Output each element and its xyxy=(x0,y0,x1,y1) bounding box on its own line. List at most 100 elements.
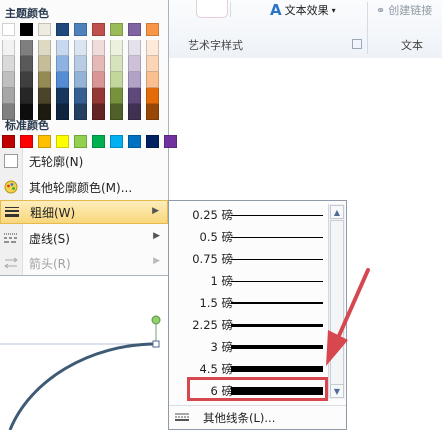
standard-color-swatch[interactable] xyxy=(38,135,51,148)
theme-color-column xyxy=(2,23,15,120)
theme-color-swatch[interactable] xyxy=(74,72,87,88)
theme-color-swatch[interactable] xyxy=(74,88,87,104)
theme-color-swatch[interactable] xyxy=(128,88,141,104)
theme-color-swatch[interactable] xyxy=(2,56,15,72)
weight-option[interactable]: 2.25 磅 xyxy=(169,314,327,336)
theme-color-swatch[interactable] xyxy=(56,56,69,72)
theme-color-swatch[interactable] xyxy=(146,40,159,56)
theme-color-swatch[interactable] xyxy=(56,88,69,104)
theme-color-swatch[interactable] xyxy=(128,104,141,120)
theme-color-swatch[interactable] xyxy=(56,23,69,36)
weight-option[interactable]: 0.5 磅 xyxy=(169,226,327,248)
scroll-thumb[interactable] xyxy=(330,220,344,391)
palette-icon xyxy=(0,175,22,199)
theme-color-swatch[interactable] xyxy=(92,72,105,88)
more-lines-item[interactable]: 其他线条(L)... xyxy=(169,405,346,430)
weight-option-label: 0.75 磅 xyxy=(192,252,233,266)
no-outline-item[interactable]: 无轮廓(N) xyxy=(0,149,168,173)
theme-color-swatch[interactable] xyxy=(2,40,15,56)
theme-color-swatch[interactable] xyxy=(2,88,15,104)
theme-color-column xyxy=(128,23,141,120)
dash-label: 虚线(S) xyxy=(29,231,70,246)
standard-color-swatch[interactable] xyxy=(128,135,141,148)
theme-color-swatch[interactable] xyxy=(38,56,51,72)
theme-color-swatch[interactable] xyxy=(110,104,123,120)
standard-color-swatch[interactable] xyxy=(20,135,33,148)
weight-option[interactable]: 1 磅 xyxy=(169,270,327,292)
theme-color-swatch[interactable] xyxy=(146,88,159,104)
theme-color-swatch[interactable] xyxy=(20,88,33,104)
theme-color-swatch[interactable] xyxy=(146,72,159,88)
theme-color-swatch[interactable] xyxy=(74,104,87,120)
theme-color-swatch[interactable] xyxy=(56,104,69,120)
standard-color-swatch[interactable] xyxy=(74,135,87,148)
rotate-handle[interactable] xyxy=(151,315,161,325)
theme-color-swatch[interactable] xyxy=(38,23,51,36)
weight-option-label: 4.5 磅 xyxy=(199,362,233,376)
scroll-down-icon[interactable]: ▼ xyxy=(330,384,344,398)
theme-color-swatch[interactable] xyxy=(110,88,123,104)
theme-color-swatch[interactable] xyxy=(74,56,87,72)
theme-color-swatch[interactable] xyxy=(38,88,51,104)
standard-color-swatch[interactable] xyxy=(92,135,105,148)
theme-color-swatch[interactable] xyxy=(20,23,33,36)
arc-path[interactable] xyxy=(8,342,157,430)
theme-color-column xyxy=(20,23,33,120)
weight-option[interactable]: 3 磅 xyxy=(169,336,327,358)
theme-color-swatch[interactable] xyxy=(92,40,105,56)
standard-color-swatch[interactable] xyxy=(56,135,69,148)
more-outline-colors-item[interactable]: 其他轮廓颜色(M)... xyxy=(0,175,168,199)
theme-color-swatch[interactable] xyxy=(110,40,123,56)
standard-color-swatch[interactable] xyxy=(164,135,177,148)
theme-color-swatch[interactable] xyxy=(110,23,123,36)
theme-color-swatch[interactable] xyxy=(146,56,159,72)
arrows-item[interactable]: 箭头(R) ▶ xyxy=(0,251,168,275)
theme-color-swatch[interactable] xyxy=(128,56,141,72)
dash-style-icon xyxy=(0,226,22,250)
weight-item[interactable]: 粗细(W) ▶ xyxy=(0,200,168,224)
theme-color-swatch[interactable] xyxy=(110,72,123,88)
theme-color-swatch[interactable] xyxy=(92,23,105,36)
theme-color-swatch[interactable] xyxy=(92,88,105,104)
weight-option-label: 1.5 磅 xyxy=(199,296,233,310)
theme-color-swatch[interactable] xyxy=(74,40,87,56)
theme-color-swatch[interactable] xyxy=(38,72,51,88)
theme-color-swatch[interactable] xyxy=(38,40,51,56)
standard-colors-title: 标准颜色 xyxy=(5,119,49,132)
submenu-scrollbar[interactable]: ▲ ▼ xyxy=(328,204,345,399)
theme-color-swatch[interactable] xyxy=(20,56,33,72)
standard-color-swatch[interactable] xyxy=(110,135,123,148)
standard-color-swatch[interactable] xyxy=(146,135,159,148)
theme-color-swatch[interactable] xyxy=(128,23,141,36)
theme-color-swatch[interactable] xyxy=(20,72,33,88)
scroll-up-icon[interactable]: ▲ xyxy=(330,205,344,219)
theme-color-swatch[interactable] xyxy=(146,104,159,120)
theme-color-swatch[interactable] xyxy=(128,72,141,88)
line-weight-icon xyxy=(1,200,23,224)
theme-color-swatch[interactable] xyxy=(74,23,87,36)
weight-option[interactable]: 0.25 磅 xyxy=(169,204,327,226)
theme-color-column xyxy=(74,23,87,120)
theme-color-swatch[interactable] xyxy=(128,40,141,56)
weight-sample-line xyxy=(231,345,323,349)
theme-color-swatch[interactable] xyxy=(92,56,105,72)
theme-color-swatch[interactable] xyxy=(56,40,69,56)
dash-item[interactable]: 虚线(S) ▶ xyxy=(0,226,168,250)
theme-color-swatch[interactable] xyxy=(92,104,105,120)
theme-color-swatch[interactable] xyxy=(2,72,15,88)
weight-option[interactable]: 1.5 磅 xyxy=(169,292,327,314)
weight-option-label: 0.25 磅 xyxy=(192,208,233,222)
weight-option[interactable]: 0.75 磅 xyxy=(169,248,327,270)
theme-color-swatch[interactable] xyxy=(146,23,159,36)
weight-option-label: 2.25 磅 xyxy=(192,318,233,332)
theme-color-swatch[interactable] xyxy=(2,23,15,36)
theme-color-swatch[interactable] xyxy=(56,72,69,88)
arrows-label: 箭头(R) xyxy=(29,256,71,271)
resize-handle[interactable] xyxy=(152,340,160,348)
standard-color-swatch[interactable] xyxy=(2,135,15,148)
weight-option-label: 0.5 磅 xyxy=(199,230,233,244)
submenu-arrow-icon: ▶ xyxy=(153,256,160,266)
weight-option-label: 3 磅 xyxy=(210,340,233,354)
theme-color-swatch[interactable] xyxy=(110,56,123,72)
theme-color-swatch[interactable] xyxy=(20,40,33,56)
